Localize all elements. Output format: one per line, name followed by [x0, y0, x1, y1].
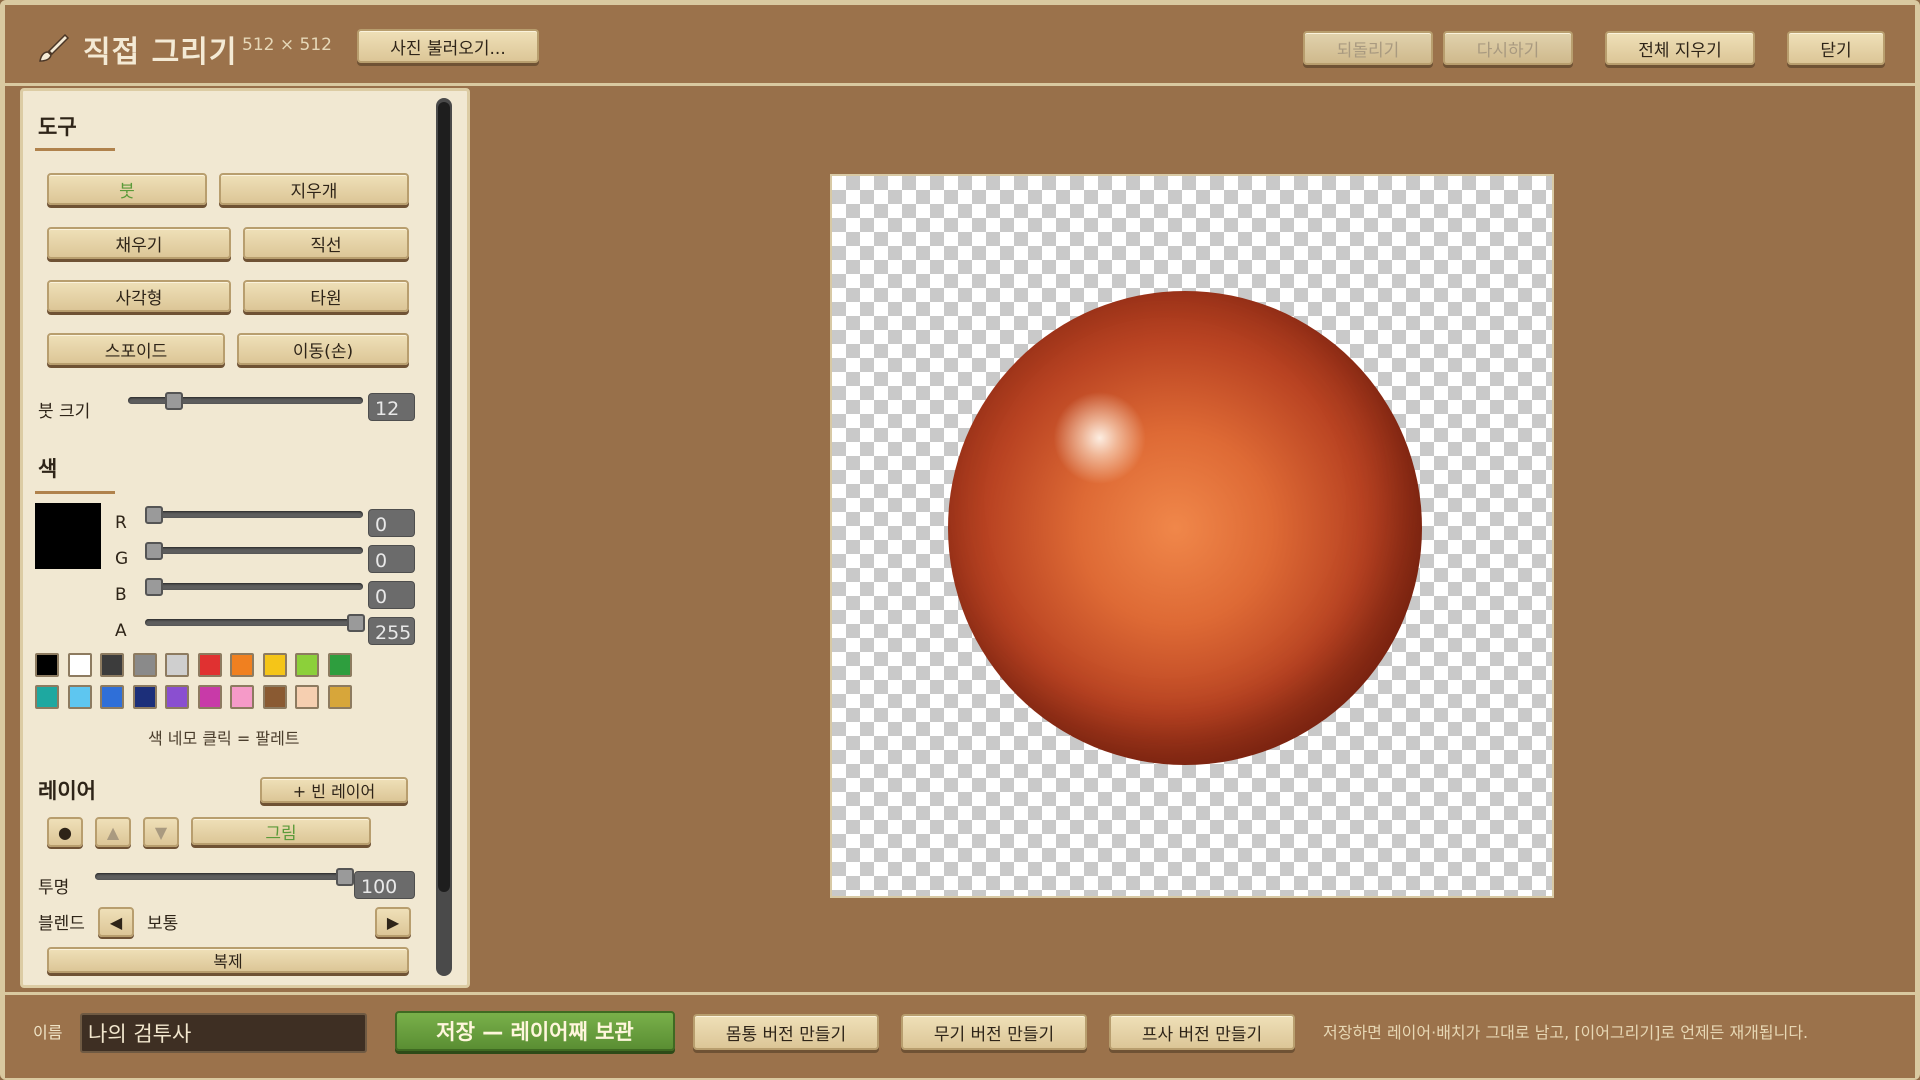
blend-mode-value: 보통: [147, 914, 179, 934]
scrollbar-thumb[interactable]: [438, 102, 450, 892]
layer-item-drawing[interactable]: 그림: [191, 817, 371, 845]
palette-swatch[interactable]: [262, 653, 287, 677]
b-label: B: [115, 585, 127, 605]
duplicate-layer-button[interactable]: 복제: [47, 947, 409, 973]
palette-swatch[interactable]: [132, 685, 157, 709]
b-value[interactable]: 0: [368, 581, 415, 609]
close-button[interactable]: 닫기: [1787, 31, 1885, 65]
g-slider[interactable]: [145, 542, 363, 560]
tool-eraser-button[interactable]: 지우개: [219, 173, 409, 205]
eye-dot-icon: ●: [58, 822, 72, 842]
body-version-button[interactable]: 몸통 버전 만들기: [693, 1014, 879, 1050]
palette-swatch[interactable]: [35, 685, 59, 709]
palette-swatch[interactable]: [230, 685, 254, 709]
save-hint: 저장하면 레이어·배치가 그대로 남고, [이어그리기]로 언제든 재개됩니다.: [1323, 1023, 1809, 1042]
arrow-down-icon: ▼: [154, 822, 168, 842]
title-group: 직접 그리기: [35, 27, 237, 71]
color-underline: [35, 491, 115, 494]
tool-panel: 도구 붓 지우개 채우기 직선 사각형 타원 스포이드 이동(손) 붓 크기 1…: [20, 88, 470, 988]
g-value[interactable]: 0: [368, 545, 415, 573]
palette-swatch[interactable]: [197, 653, 222, 677]
palette-swatch[interactable]: [327, 653, 352, 677]
opacity-label: 투명: [38, 878, 70, 898]
g-label: G: [115, 549, 129, 569]
a-label: A: [115, 621, 127, 641]
g-thumb[interactable]: [145, 542, 163, 560]
r-value[interactable]: 0: [368, 509, 415, 537]
brush-size-slider[interactable]: [128, 392, 363, 410]
palette-swatch[interactable]: [262, 685, 287, 709]
palette-swatch[interactable]: [35, 653, 59, 677]
tool-eyedropper-button[interactable]: 스포이드: [47, 333, 225, 365]
palette-swatch[interactable]: [327, 685, 352, 709]
tool-brush-button[interactable]: 붓: [47, 173, 207, 205]
tools-section-title: 도구: [38, 115, 77, 139]
palette-swatch[interactable]: [165, 653, 189, 677]
undo-button[interactable]: 되돌리기: [1303, 31, 1433, 65]
opacity-value[interactable]: 100: [354, 871, 415, 899]
redo-button[interactable]: 다시하기: [1443, 31, 1573, 65]
a-slider[interactable]: [145, 614, 365, 632]
canvas-size-label: 512 × 512: [242, 35, 332, 55]
top-bar: 직접 그리기 512 × 512 사진 불러오기... 되돌리기 다시하기 전체…: [5, 5, 1915, 86]
layers-section-title: 레이어: [38, 779, 96, 803]
tool-line-button[interactable]: 직선: [243, 227, 409, 259]
drawing-canvas[interactable]: [830, 174, 1554, 898]
blend-label: 블렌드: [38, 914, 85, 934]
brush-icon: [39, 33, 70, 62]
projectile-version-button[interactable]: 프사 버전 만들기: [1109, 1014, 1295, 1050]
brush-size-value[interactable]: 12: [368, 393, 415, 421]
r-thumb[interactable]: [145, 506, 163, 524]
palette-swatch[interactable]: [295, 685, 319, 709]
palette-swatch[interactable]: [100, 653, 124, 677]
b-slider[interactable]: [145, 578, 363, 596]
brush-size-thumb[interactable]: [165, 392, 183, 410]
drawn-sphere: [948, 291, 1422, 765]
tool-fill-button[interactable]: 채우기: [47, 227, 231, 259]
add-empty-layer-button[interactable]: + 빈 레이어: [260, 777, 408, 803]
tool-rect-button[interactable]: 사각형: [47, 280, 231, 312]
name-input[interactable]: [80, 1013, 367, 1053]
layer-down-button[interactable]: ▼: [143, 817, 179, 847]
arrow-left-icon: ◀: [109, 912, 123, 932]
tool-panel-scrollbar[interactable]: [436, 98, 452, 976]
tools-underline: [35, 148, 115, 151]
layer-up-button[interactable]: ▲: [95, 817, 131, 847]
layer-visibility-button[interactable]: ●: [47, 817, 83, 847]
load-photo-button[interactable]: 사진 불러오기...: [357, 29, 539, 63]
blend-next-button[interactable]: ▶: [375, 907, 411, 937]
arrow-right-icon: ▶: [386, 912, 400, 932]
weapon-version-button[interactable]: 무기 버전 만들기: [901, 1014, 1087, 1050]
palette-swatch[interactable]: [165, 685, 189, 709]
palette-swatch[interactable]: [230, 653, 254, 677]
app-title: 직접 그리기: [83, 35, 238, 70]
opacity-thumb[interactable]: [336, 868, 354, 886]
palette-swatch[interactable]: [132, 653, 157, 677]
tool-move-button[interactable]: 이동(손): [237, 333, 409, 365]
clear-all-button[interactable]: 전체 지우기: [1605, 31, 1755, 65]
b-thumb[interactable]: [145, 578, 163, 596]
palette-hint: 색 네모 클릭 = 팔레트: [148, 729, 300, 748]
save-button[interactable]: 저장 — 레이어째 보관: [395, 1011, 675, 1051]
r-slider[interactable]: [145, 506, 363, 524]
canvas-area: [482, 86, 1915, 990]
a-value[interactable]: 255: [368, 617, 415, 645]
arrow-up-icon: ▲: [106, 822, 120, 842]
a-thumb[interactable]: [347, 614, 365, 632]
palette-swatch[interactable]: [197, 685, 222, 709]
palette-swatch[interactable]: [100, 685, 124, 709]
tool-ellipse-button[interactable]: 타원: [243, 280, 409, 312]
bottom-bar: 이름 저장 — 레이어째 보관 몸통 버전 만들기 무기 버전 만들기 프사 버…: [5, 992, 1915, 1078]
palette-swatch[interactable]: [67, 653, 92, 677]
current-color-swatch[interactable]: [35, 503, 101, 569]
palette-swatch[interactable]: [295, 653, 319, 677]
blend-prev-button[interactable]: ◀: [98, 907, 134, 937]
brush-size-label: 붓 크기: [38, 402, 91, 422]
color-section-title: 색: [38, 457, 58, 481]
name-label: 이름: [33, 1023, 63, 1042]
palette-swatch[interactable]: [67, 685, 92, 709]
layer-opacity-slider[interactable]: [95, 868, 354, 886]
r-label: R: [115, 513, 127, 533]
